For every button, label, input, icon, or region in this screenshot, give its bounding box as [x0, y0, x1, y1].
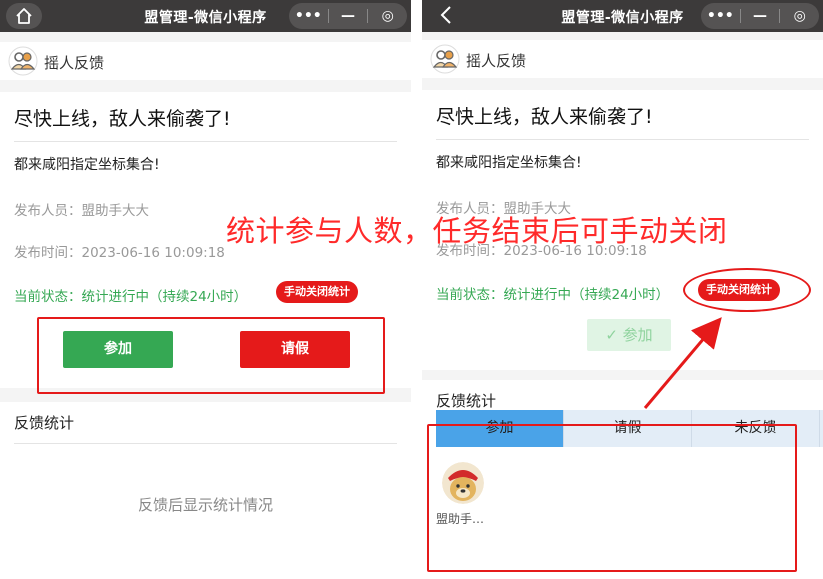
annotation-text: 统计参与人数，任务结束后可手动关闭	[226, 214, 728, 248]
arrow-icon	[643, 317, 722, 409]
